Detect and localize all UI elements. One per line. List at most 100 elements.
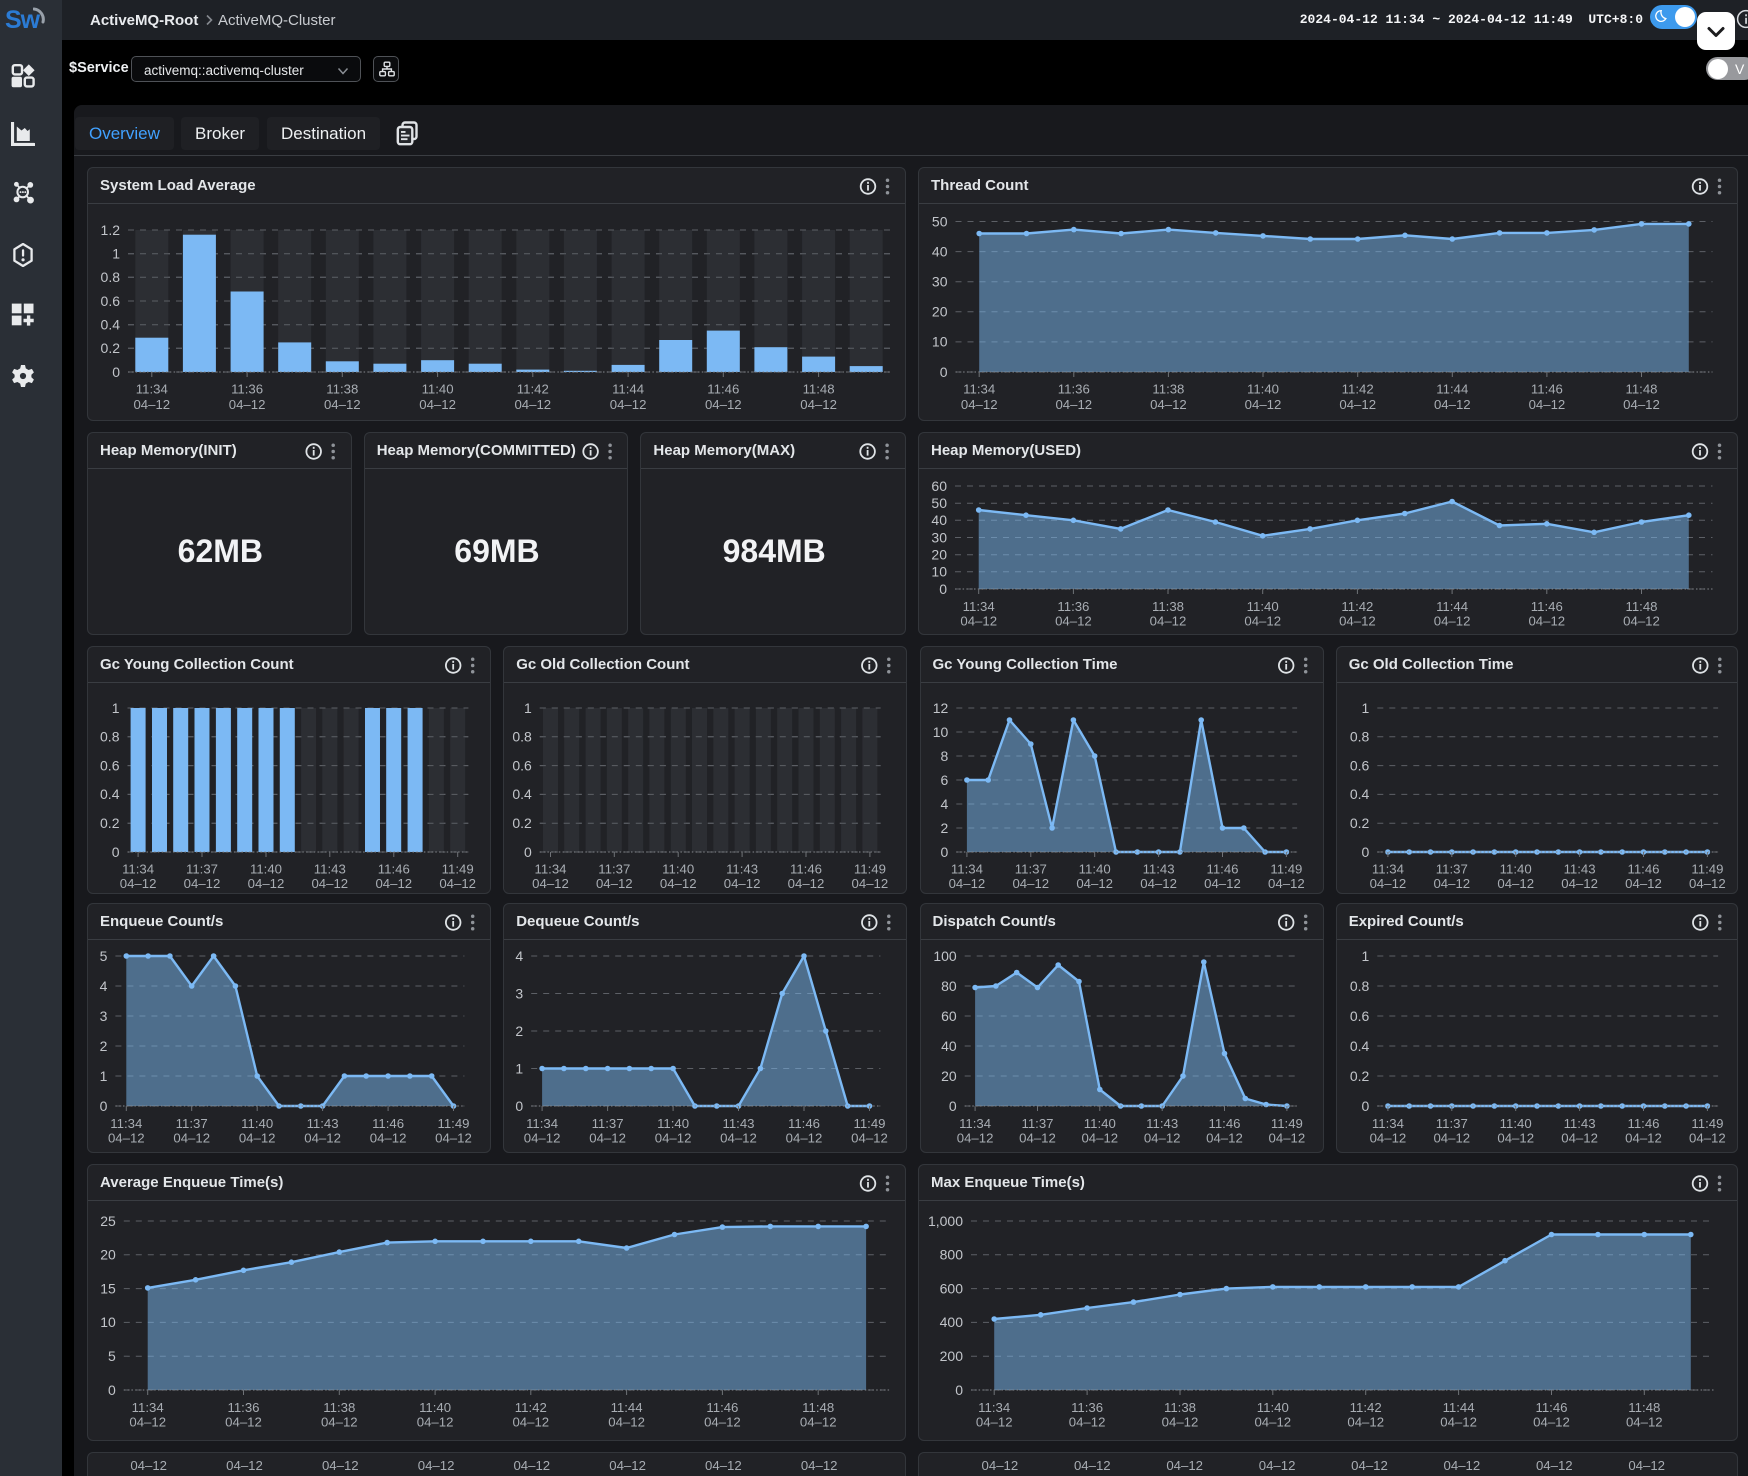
- svg-text:11:46: 11:46: [1627, 861, 1659, 876]
- svg-text:11:34: 11:34: [1372, 1116, 1404, 1131]
- svg-text:04–12: 04–12: [514, 397, 551, 412]
- svg-text:04–12: 04–12: [1625, 1130, 1662, 1145]
- svg-text:200: 200: [940, 1348, 964, 1364]
- svg-text:04–12: 04–12: [960, 614, 997, 629]
- svg-text:04–12: 04–12: [419, 397, 456, 412]
- svg-text:4: 4: [100, 978, 108, 994]
- svg-text:800: 800: [940, 1247, 964, 1263]
- svg-text:10: 10: [931, 564, 947, 580]
- svg-text:0: 0: [524, 844, 532, 860]
- svg-text:60: 60: [931, 478, 947, 494]
- svg-text:0: 0: [112, 844, 120, 860]
- svg-text:11:34: 11:34: [110, 1116, 142, 1131]
- svg-text:1: 1: [112, 700, 120, 716]
- svg-text:0.6: 0.6: [1350, 1008, 1370, 1024]
- svg-text:04–12: 04–12: [1055, 397, 1092, 412]
- svg-text:04–12: 04–12: [1433, 1130, 1470, 1145]
- svg-text:04–12: 04–12: [1245, 397, 1282, 412]
- svg-text:100: 100: [933, 948, 957, 964]
- svg-text:0: 0: [100, 1098, 108, 1114]
- svg-text:0: 0: [939, 581, 947, 597]
- svg-text:04–12: 04–12: [229, 397, 266, 412]
- svg-text:11:43: 11:43: [723, 1116, 755, 1131]
- svg-text:11:37: 11:37: [1435, 1116, 1467, 1131]
- svg-text:04–12: 04–12: [304, 1130, 341, 1145]
- svg-text:11:42: 11:42: [1341, 599, 1373, 614]
- svg-text:11:34: 11:34: [132, 1400, 164, 1415]
- svg-text:04–12: 04–12: [1204, 876, 1241, 891]
- svg-text:60: 60: [941, 1008, 957, 1024]
- svg-text:11:36: 11:36: [1057, 599, 1089, 614]
- svg-text:50: 50: [931, 495, 947, 511]
- svg-text:11:40: 11:40: [1078, 861, 1110, 876]
- svg-text:04–12: 04–12: [1623, 397, 1660, 412]
- svg-text:04–12: 04–12: [1150, 397, 1187, 412]
- svg-text:0: 0: [1361, 1098, 1369, 1114]
- svg-text:15: 15: [100, 1280, 116, 1296]
- svg-text:04–12: 04–12: [1440, 1415, 1477, 1430]
- svg-text:11:43: 11:43: [1563, 861, 1595, 876]
- svg-text:04–12: 04–12: [1019, 1130, 1056, 1145]
- svg-text:11:34: 11:34: [122, 861, 154, 876]
- svg-text:0.4: 0.4: [513, 786, 533, 802]
- svg-text:04–12: 04–12: [1529, 397, 1566, 412]
- svg-text:11:36: 11:36: [1071, 1400, 1103, 1415]
- svg-text:11:49: 11:49: [1691, 861, 1723, 876]
- svg-text:6: 6: [940, 772, 948, 788]
- svg-text:2: 2: [940, 820, 948, 836]
- svg-text:11:46: 11:46: [1531, 599, 1563, 614]
- svg-text:0: 0: [108, 1382, 116, 1398]
- svg-text:0: 0: [955, 1382, 963, 1398]
- svg-text:04–12: 04–12: [1497, 876, 1534, 891]
- svg-text:04–12: 04–12: [532, 876, 569, 891]
- svg-text:04–12: 04–12: [1625, 876, 1662, 891]
- svg-text:11:46: 11:46: [788, 1116, 820, 1131]
- svg-text:1: 1: [1361, 948, 1369, 964]
- svg-text:11:42: 11:42: [1342, 382, 1374, 397]
- svg-text:04–12: 04–12: [1150, 614, 1187, 629]
- svg-text:04–12: 04–12: [948, 876, 985, 891]
- svg-text:11:46: 11:46: [706, 1400, 738, 1415]
- svg-text:11:44: 11:44: [1436, 382, 1468, 397]
- svg-text:04–12: 04–12: [1689, 1130, 1726, 1145]
- svg-text:10: 10: [100, 1314, 116, 1330]
- svg-text:04–12: 04–12: [1254, 1415, 1291, 1430]
- svg-text:04–12: 04–12: [851, 1130, 888, 1145]
- svg-text:11:38: 11:38: [1164, 1400, 1196, 1415]
- svg-text:11:40: 11:40: [657, 1116, 689, 1131]
- svg-text:0.4: 0.4: [101, 317, 121, 333]
- svg-text:11:46: 11:46: [1208, 1116, 1240, 1131]
- svg-text:11:46: 11:46: [1535, 1400, 1567, 1415]
- svg-text:04–12: 04–12: [961, 397, 998, 412]
- svg-text:11:43: 11:43: [307, 1116, 339, 1131]
- svg-text:04–12: 04–12: [108, 1130, 145, 1145]
- svg-text:04–12: 04–12: [435, 1130, 472, 1145]
- svg-text:0.8: 0.8: [101, 269, 121, 285]
- svg-text:04–12: 04–12: [724, 876, 761, 891]
- svg-text:5: 5: [108, 1348, 116, 1364]
- svg-text:11:46: 11:46: [1531, 382, 1563, 397]
- svg-text:11:49: 11:49: [437, 1116, 469, 1131]
- svg-text:4: 4: [516, 948, 524, 964]
- svg-text:10: 10: [932, 724, 948, 740]
- svg-text:04–12: 04–12: [1081, 1130, 1118, 1145]
- svg-text:40: 40: [932, 243, 948, 259]
- svg-text:0.2: 0.2: [1350, 815, 1370, 831]
- svg-text:11:46: 11:46: [707, 382, 739, 397]
- svg-text:8: 8: [940, 748, 948, 764]
- svg-text:3: 3: [516, 985, 524, 1001]
- svg-text:11:34: 11:34: [963, 599, 995, 614]
- svg-text:11:40: 11:40: [419, 1400, 451, 1415]
- svg-text:04–12: 04–12: [1069, 1415, 1106, 1430]
- svg-text:11:37: 11:37: [176, 1116, 208, 1131]
- svg-text:11:34: 11:34: [950, 861, 982, 876]
- svg-text:11:40: 11:40: [662, 861, 694, 876]
- svg-text:0.2: 0.2: [100, 815, 120, 831]
- svg-text:04–12: 04–12: [239, 1130, 276, 1145]
- svg-text:20: 20: [932, 304, 948, 320]
- svg-text:0.4: 0.4: [1350, 1038, 1370, 1054]
- svg-text:04–12: 04–12: [1561, 1130, 1598, 1145]
- svg-text:11:36: 11:36: [1058, 382, 1090, 397]
- svg-text:11:46: 11:46: [372, 1116, 404, 1131]
- svg-text:11:40: 11:40: [241, 1116, 273, 1131]
